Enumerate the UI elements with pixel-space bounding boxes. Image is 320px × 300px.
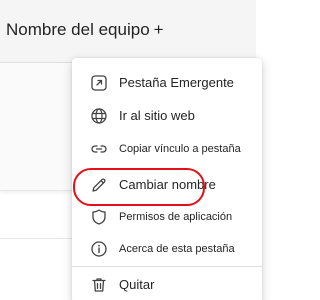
menu-item-label: Permisos de aplicación xyxy=(119,211,233,223)
globe-icon xyxy=(91,108,107,124)
team-header: Nombre del equipo + xyxy=(0,0,256,63)
menu-item-popout-tab[interactable]: Pestaña Emergente xyxy=(72,68,262,98)
team-name-title[interactable]: Nombre del equipo + xyxy=(6,20,164,40)
menu-item-label: Copiar vínculo a pestaña xyxy=(119,143,241,155)
menu-divider xyxy=(72,266,262,267)
add-tab-button[interactable]: + xyxy=(154,20,164,39)
menu-item-label: Quitar xyxy=(119,277,155,292)
menu-item-go-to-website[interactable]: Ir al sitio web xyxy=(72,101,262,131)
highlight-outline xyxy=(73,168,205,206)
menu-item-label: Pestaña Emergente xyxy=(119,75,234,90)
menu-item-label: Acerca de esta pestaña xyxy=(119,243,235,255)
info-icon xyxy=(91,241,107,257)
menu-item-app-permissions[interactable]: Permisos de aplicación xyxy=(72,202,262,232)
trash-icon xyxy=(92,278,106,292)
popout-icon xyxy=(91,75,107,91)
team-name: Nombre del equipo xyxy=(6,20,150,39)
link-icon xyxy=(91,145,107,153)
menu-item-copy-link[interactable]: Copiar vínculo a pestaña xyxy=(72,134,262,164)
menu-item-remove[interactable]: Quitar xyxy=(72,270,262,300)
shield-icon xyxy=(92,209,106,225)
menu-item-about-tab[interactable]: Acerca de esta pestaña xyxy=(72,234,262,264)
menu-item-label: Ir al sitio web xyxy=(119,108,195,123)
